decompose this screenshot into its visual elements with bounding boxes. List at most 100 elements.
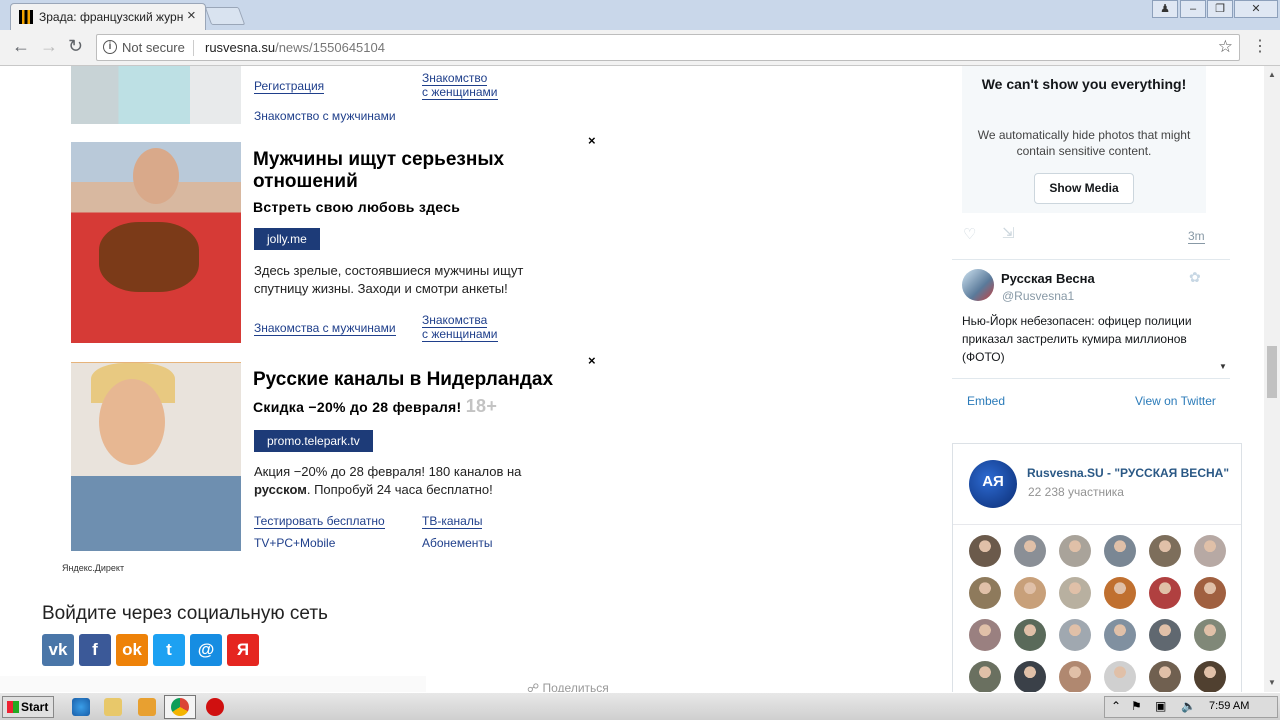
tab-close-icon[interactable]: × bbox=[187, 7, 196, 24]
ad2-subtitle[interactable]: Скидка −20% до 28 февраля! 18+ bbox=[253, 396, 497, 417]
bookmark-star-icon[interactable]: ☆ bbox=[1218, 37, 1233, 57]
share-button[interactable]: ☍ Поделиться bbox=[527, 681, 609, 692]
vk-member-avatar[interactable] bbox=[1104, 535, 1136, 567]
new-tab-button[interactable] bbox=[204, 7, 246, 25]
scroll-down-arrow-icon[interactable]: ▼ bbox=[1268, 678, 1276, 687]
chrome-taskbar-button[interactable] bbox=[164, 695, 196, 719]
ad-top-link-men[interactable]: Знакомство с мужчинами bbox=[254, 109, 396, 123]
vk-member-avatar[interactable] bbox=[1104, 661, 1136, 692]
moimir-login-button[interactable]: @ bbox=[190, 634, 222, 666]
ad-top-link-registration[interactable]: Регистрация bbox=[254, 79, 325, 94]
tweet-text[interactable]: Нью-Йорк небезопасен: офицер полиции при… bbox=[962, 312, 1214, 366]
address-bar[interactable]: i Not secure rusvesna.su/news/1550645104… bbox=[96, 34, 1240, 61]
scroll-up-arrow-icon[interactable]: ▲ bbox=[1268, 70, 1276, 79]
ad-top-link-women[interactable]: Знакомство с женщинами bbox=[422, 71, 498, 100]
ad2-title[interactable]: Русские каналы в Нидерландах bbox=[253, 369, 553, 391]
show-hidden-icons-icon[interactable]: ⌃ bbox=[1111, 699, 1121, 713]
ad2-link-trial[interactable]: Тестировать бесплатно bbox=[254, 514, 385, 529]
vk-login-button[interactable]: vk bbox=[42, 634, 74, 666]
scrollbar-thumb[interactable] bbox=[1267, 346, 1277, 398]
vk-member-avatar[interactable] bbox=[1194, 535, 1226, 567]
file-explorer-icon[interactable] bbox=[104, 698, 122, 716]
vk-member-avatar[interactable] bbox=[969, 661, 1001, 692]
restore-button[interactable]: ❐ bbox=[1207, 0, 1233, 18]
start-button[interactable]: Start bbox=[2, 696, 54, 718]
forward-arrow-icon[interactable]: → bbox=[40, 36, 58, 57]
twitter-bird-icon[interactable]: ✿ bbox=[1189, 269, 1201, 286]
vk-member-avatar[interactable] bbox=[969, 577, 1001, 609]
ad1-close-button[interactable]: × bbox=[588, 133, 596, 148]
share-tweet-icon[interactable]: ⇲ bbox=[1002, 224, 1015, 242]
view-on-twitter-link[interactable]: View on Twitter bbox=[1135, 394, 1216, 408]
ad1-domain[interactable]: jolly.me bbox=[254, 228, 320, 250]
profile-icon[interactable]: ♟ bbox=[1152, 0, 1178, 18]
ad1-link-men[interactable]: Знакомства с мужчинами bbox=[254, 321, 396, 336]
vk-member-avatar[interactable] bbox=[1059, 661, 1091, 692]
vk-member-avatar[interactable] bbox=[1014, 535, 1046, 567]
tweet-author-handle[interactable]: @Rusvesna1 bbox=[1002, 289, 1074, 303]
tweet-author-avatar[interactable] bbox=[962, 269, 994, 301]
vk-member-count[interactable]: 22 238 участника bbox=[1028, 485, 1124, 499]
vk-member-avatar[interactable] bbox=[1104, 619, 1136, 651]
vk-member-avatar[interactable] bbox=[1149, 535, 1181, 567]
vk-community-logo[interactable]: АЯ bbox=[969, 460, 1017, 508]
media-player-icon[interactable] bbox=[138, 698, 156, 716]
security-app-icon[interactable] bbox=[206, 698, 224, 716]
vk-member-avatar[interactable] bbox=[1149, 619, 1181, 651]
security-status[interactable]: Not secure bbox=[122, 40, 185, 55]
tweet-author-name[interactable]: Русская Весна bbox=[1001, 271, 1095, 286]
tweet-timestamp[interactable]: 3m bbox=[1188, 229, 1205, 244]
ad1-link-women[interactable]: Знакомства с женщинами bbox=[422, 313, 498, 342]
reload-icon[interactable]: ↻ bbox=[68, 36, 83, 57]
ad1-title[interactable]: Мужчины ищут серьезных отношений bbox=[253, 149, 504, 193]
share-bar bbox=[0, 676, 426, 692]
vk-member-avatar[interactable] bbox=[1104, 577, 1136, 609]
ad2-photo[interactable] bbox=[71, 362, 241, 551]
browser-tab[interactable]: Зрада: французский журн × bbox=[10, 3, 206, 30]
ad2-link-devices[interactable]: TV+PC+Mobile bbox=[254, 536, 335, 550]
minimize-button[interactable]: – bbox=[1180, 0, 1206, 18]
vk-member-avatar[interactable] bbox=[1014, 577, 1046, 609]
yandex-direct-label[interactable]: Яндекс.Директ bbox=[62, 563, 124, 573]
timeline-scroll-down-icon[interactable]: ▼ bbox=[1219, 362, 1227, 371]
vk-member-avatar[interactable] bbox=[1149, 577, 1181, 609]
odnoklassniki-login-button[interactable]: ok bbox=[116, 634, 148, 666]
network-icon[interactable]: ▣ bbox=[1155, 699, 1166, 713]
vk-member-avatar[interactable] bbox=[1194, 619, 1226, 651]
vk-member-avatar[interactable] bbox=[1149, 661, 1181, 692]
vk-community-title[interactable]: Rusvesna.SU - "РУССКАЯ ВЕСНА" bbox=[1027, 466, 1229, 480]
internet-explorer-icon[interactable] bbox=[72, 698, 90, 716]
vk-member-avatar[interactable] bbox=[969, 535, 1001, 567]
twitter-login-button[interactable]: t bbox=[153, 634, 185, 666]
volume-icon[interactable]: 🔈 bbox=[1181, 699, 1196, 713]
vk-member-avatar[interactable] bbox=[1059, 619, 1091, 651]
ad1-photo[interactable] bbox=[71, 142, 241, 343]
info-icon[interactable]: i bbox=[103, 40, 117, 54]
page-scrollbar[interactable]: ▲ ▼ bbox=[1264, 66, 1280, 692]
close-window-button[interactable]: ✕ bbox=[1234, 0, 1278, 18]
vk-member-avatar[interactable] bbox=[1194, 577, 1226, 609]
ad2-close-button[interactable]: × bbox=[588, 353, 596, 368]
vk-member-avatar[interactable] bbox=[1014, 661, 1046, 692]
url-host[interactable]: rusvesna.su/news/1550645104 bbox=[205, 40, 385, 55]
embed-link[interactable]: Embed bbox=[967, 394, 1005, 408]
vk-member-avatar[interactable] bbox=[1059, 535, 1091, 567]
facebook-login-button[interactable]: f bbox=[79, 634, 111, 666]
ad2-domain[interactable]: promo.telepark.tv bbox=[254, 430, 373, 452]
ad2-link-subscriptions[interactable]: Абонементы bbox=[422, 536, 493, 550]
like-icon[interactable]: ♡ bbox=[963, 225, 976, 243]
action-center-flag-icon[interactable]: ⚑ bbox=[1131, 699, 1142, 713]
taskbar-clock[interactable]: 7:59 AM bbox=[1209, 700, 1249, 712]
ad2-link-channels[interactable]: ТВ-каналы bbox=[422, 514, 483, 529]
ad-photo-top[interactable] bbox=[71, 66, 241, 124]
vk-member-avatar[interactable] bbox=[1014, 619, 1046, 651]
vk-member-avatar[interactable] bbox=[969, 619, 1001, 651]
ad1-subtitle[interactable]: Встреть свою любовь здесь bbox=[253, 199, 460, 215]
vk-member-avatar[interactable] bbox=[1194, 661, 1226, 692]
show-media-button[interactable]: Show Media bbox=[1034, 173, 1134, 204]
vk-member-avatar[interactable] bbox=[1059, 577, 1091, 609]
browser-menu-icon[interactable]: ⋮ bbox=[1252, 36, 1268, 56]
yandex-login-button[interactable]: Я bbox=[227, 634, 259, 666]
back-arrow-icon[interactable]: ← bbox=[12, 36, 30, 57]
windows-taskbar: Start ⌃ ⚑ ▣ 🔈 7:59 AM bbox=[0, 692, 1280, 720]
